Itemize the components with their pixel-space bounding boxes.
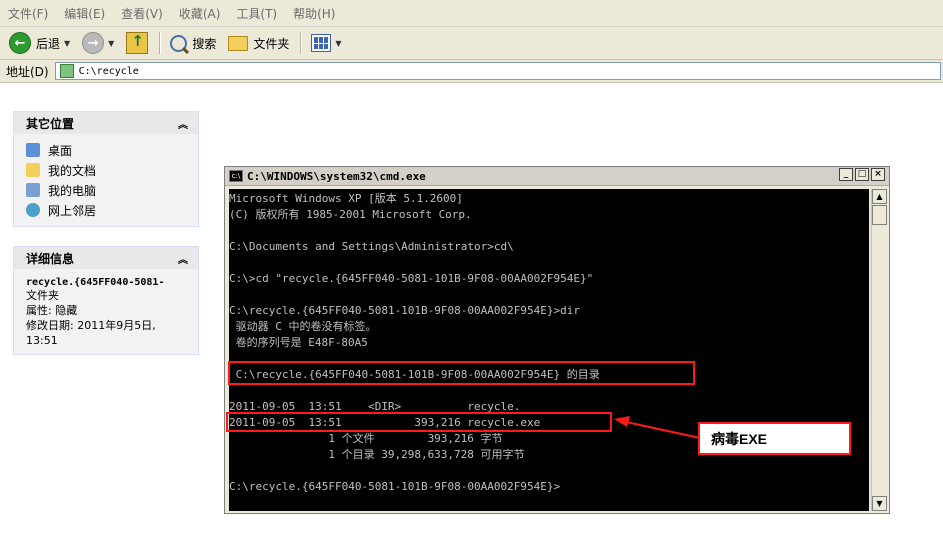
console-line-prompt: C:\recycle.{645FF040-5081-101B-9F08-00AA… xyxy=(229,480,561,493)
details-panel: 详细信息 ︽ recycle.{645FF040-5081- 文件夹 属性: 隐… xyxy=(13,246,199,355)
folder-up-icon xyxy=(126,32,149,54)
views-dropdown-icon[interactable]: ▼ xyxy=(335,39,341,48)
other-places-panel: 其它位置 ︽ 桌面 我的文档 我的电脑 网上邻居 xyxy=(13,111,199,227)
up-button[interactable] xyxy=(123,30,151,56)
place-my-computer[interactable]: 我的电脑 xyxy=(26,180,188,200)
place-network-label: 网上邻居 xyxy=(48,203,97,218)
console-output[interactable]: Microsoft Windows XP [版本 5.1.2600] (C) 版… xyxy=(229,189,869,511)
other-places-list: 桌面 我的文档 我的电脑 网上邻居 xyxy=(14,134,198,226)
console-line: 卷的序列号是 E48F-80A5 xyxy=(229,336,368,349)
toolbar-separator xyxy=(159,32,162,54)
directory-highlight-box xyxy=(228,361,695,385)
maximize-icon[interactable]: □ xyxy=(855,168,869,181)
detail-modified-date: 修改日期: 2011年9月5日, xyxy=(26,319,156,332)
toolbar: ← 后退 ▼ → ▼ 搜索 文件夹 ▼ xyxy=(0,27,943,60)
details-body: recycle.{645FF040-5081- 文件夹 属性: 隐藏 修改日期:… xyxy=(14,269,198,354)
collapse-chevron-icon[interactable]: ︽ xyxy=(178,251,188,266)
details-title: 详细信息 xyxy=(26,251,75,266)
scroll-down-icon[interactable]: ▼ xyxy=(872,496,887,511)
back-dropdown-icon[interactable]: ▼ xyxy=(64,39,70,48)
address-bar: 地址(D) C:\recycle xyxy=(0,60,943,83)
console-line: C:\Documents and Settings\Administrator>… xyxy=(229,240,514,253)
cmd-title-bar[interactable]: c:\ C:\WINDOWS\system32\cmd.exe _ □ × xyxy=(225,167,889,186)
console-line: C:\recycle.{645FF040-5081-101B-9F08-00AA… xyxy=(229,304,580,317)
window-buttons: _ □ × xyxy=(839,168,885,181)
virus-exe-callout: 病毒EXE xyxy=(698,422,851,455)
minimize-icon[interactable]: _ xyxy=(839,168,853,181)
place-network[interactable]: 网上邻居 xyxy=(26,200,188,220)
scroll-thumb[interactable] xyxy=(872,205,887,225)
folder-icon xyxy=(228,35,249,51)
forward-dropdown-icon[interactable]: ▼ xyxy=(108,39,114,48)
console-line: 1 个文件 393,216 字节 xyxy=(229,432,503,445)
folders-label: 文件夹 xyxy=(253,36,290,51)
forward-arrow-icon: → xyxy=(82,32,105,54)
menu-file[interactable]: 文件(F) xyxy=(0,5,56,22)
place-desktop[interactable]: 桌面 xyxy=(26,140,188,160)
console-scrollbar[interactable]: ▲ ▼ xyxy=(871,189,887,511)
detail-file-type: 文件夹 xyxy=(26,289,59,302)
cmd-title: C:\WINDOWS\system32\cmd.exe xyxy=(247,169,426,183)
address-value: C:\recycle xyxy=(78,65,139,77)
place-my-documents[interactable]: 我的文档 xyxy=(26,160,188,180)
views-button[interactable]: ▼ xyxy=(308,30,344,56)
network-icon xyxy=(26,203,40,217)
back-button[interactable]: ← 后退 ▼ xyxy=(6,30,73,56)
console-line: Microsoft Windows XP [版本 5.1.2600] xyxy=(229,192,463,205)
place-desktop-label: 桌面 xyxy=(48,143,73,158)
console-line: C:\>cd "recycle.{645FF040-5081-101B-9F08… xyxy=(229,272,594,285)
my-computer-icon xyxy=(26,183,40,197)
address-label: 地址(D) xyxy=(6,64,49,79)
detail-modified-time: 13:51 xyxy=(26,334,58,347)
search-label: 搜索 xyxy=(192,36,217,51)
cmd-window: c:\ C:\WINDOWS\system32\cmd.exe _ □ × Mi… xyxy=(224,166,890,514)
folders-button[interactable]: 文件夹 xyxy=(225,30,292,56)
detail-file-name: recycle.{645FF040-5081- xyxy=(26,277,165,288)
views-icon xyxy=(311,34,332,52)
console-line: 1 个目录 39,298,633,728 可用字节 xyxy=(229,448,525,461)
virus-exe-highlight-box xyxy=(226,412,612,432)
collapse-chevron-icon[interactable]: ︽ xyxy=(178,116,188,131)
back-arrow-icon: ← xyxy=(9,32,31,54)
search-button[interactable]: 搜索 xyxy=(167,30,219,56)
menu-tools[interactable]: 工具(T) xyxy=(228,5,285,22)
desktop-icon xyxy=(26,143,40,157)
menu-bar: 文件(F) 编辑(E) 查看(V) 收藏(A) 工具(T) 帮助(H) xyxy=(0,0,943,27)
other-places-header[interactable]: 其它位置 ︽ xyxy=(14,112,198,134)
console-line: (C) 版权所有 1985-2001 Microsoft Corp. xyxy=(229,208,472,221)
forward-button[interactable]: → ▼ xyxy=(79,30,117,56)
menu-help[interactable]: 帮助(H) xyxy=(285,5,343,22)
address-input[interactable]: C:\recycle xyxy=(54,62,941,80)
scroll-up-icon[interactable]: ▲ xyxy=(872,189,887,204)
annotation-arrow-icon xyxy=(614,416,701,439)
place-my-documents-label: 我的文档 xyxy=(48,163,97,178)
cmd-system-icon[interactable]: c:\ xyxy=(229,170,243,182)
back-label: 后退 xyxy=(36,36,61,51)
console-line: 驱动器 C 中的卷没有标签。 xyxy=(229,320,377,333)
place-my-computer-label: 我的电脑 xyxy=(48,183,97,198)
folder-address-icon xyxy=(59,64,74,78)
search-icon xyxy=(170,34,188,52)
my-documents-icon xyxy=(26,163,40,177)
detail-attributes: 属性: 隐藏 xyxy=(26,304,78,317)
menu-favorites[interactable]: 收藏(A) xyxy=(171,5,229,22)
menu-view[interactable]: 查看(V) xyxy=(113,5,171,22)
details-header[interactable]: 详细信息 ︽ xyxy=(14,247,198,269)
other-places-title: 其它位置 xyxy=(26,116,75,131)
toolbar-separator xyxy=(300,32,303,54)
virus-exe-callout-label: 病毒EXE xyxy=(711,430,768,447)
menu-edit[interactable]: 编辑(E) xyxy=(56,5,113,22)
close-icon[interactable]: × xyxy=(871,168,885,181)
